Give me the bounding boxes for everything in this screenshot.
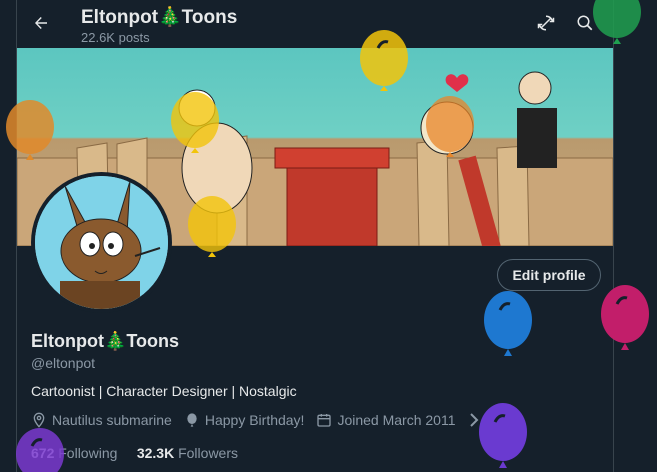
- joined-item: Joined March 2011: [316, 412, 456, 428]
- edit-profile-button[interactable]: Edit profile: [497, 259, 601, 291]
- balloon-icon: [16, 428, 64, 472]
- back-arrow-icon: [35, 17, 47, 29]
- refresh-icon: [537, 15, 555, 31]
- balloon-icon: [188, 196, 236, 257]
- balloon-icon: [6, 100, 54, 160]
- profile-handle: @eltonpot: [31, 355, 96, 371]
- balloon-icon: [479, 403, 527, 468]
- joined-text: Joined March 2011: [337, 412, 456, 428]
- birthday-text: Happy Birthday!: [204, 412, 305, 428]
- balloon-icon: [593, 0, 641, 44]
- location-item: Nautilus submarine: [31, 412, 172, 428]
- profile-meta: Nautilus submarine Happy Birthday! Joine…: [31, 412, 485, 428]
- balloon-icon: [601, 285, 649, 350]
- refresh-button[interactable]: [535, 12, 557, 34]
- profile-name: Eltonpot🎄Toons: [31, 331, 180, 351]
- birthday-item: Happy Birthday!: [184, 412, 305, 428]
- following-label: Following: [58, 445, 118, 461]
- balloon-icon: [484, 291, 532, 356]
- avatar-illustration: [35, 176, 168, 309]
- balloon-icon: [187, 413, 197, 427]
- location-pin-icon: [33, 412, 45, 428]
- header-title: Eltonpot🎄Toons: [81, 7, 238, 28]
- followers-label: Followers: [178, 445, 238, 461]
- followers-count: 32.3K: [136, 445, 175, 461]
- avatar-image: [35, 176, 168, 309]
- followers-link[interactable]: 32.3K Followers: [137, 445, 238, 461]
- posts-count: 22.6K posts: [81, 30, 150, 45]
- profile-header: Eltonpot🎄Toons 22.6K posts: [0, 0, 657, 48]
- location-text: Nautilus submarine: [52, 412, 172, 428]
- avatar[interactable]: [31, 172, 172, 313]
- calendar-icon: [317, 414, 332, 427]
- profile-bio: Cartoonist | Character Designer | Nostal…: [31, 383, 297, 399]
- balloon-icon: [360, 30, 408, 91]
- balloon-icon: [171, 92, 219, 153]
- balloon-icon: [426, 96, 474, 157]
- back-button[interactable]: [30, 12, 52, 34]
